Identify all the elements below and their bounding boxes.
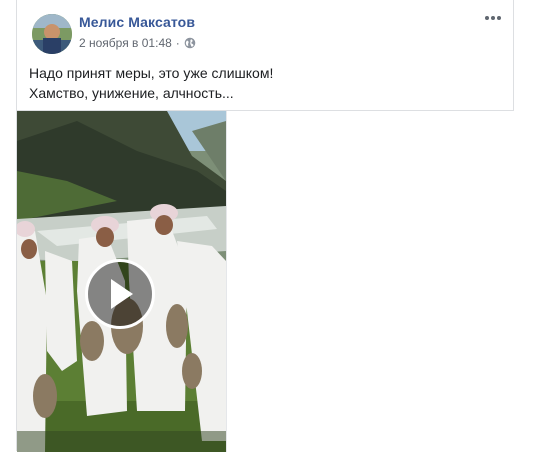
author-name-link[interactable]: Мелис Максатов — [79, 14, 195, 30]
post-text-line: Хамство, унижение, алчность... — [29, 85, 234, 101]
more-options-icon[interactable] — [483, 10, 503, 26]
post-meta: 2 ноября в 01:48 · — [79, 36, 196, 50]
more-dot — [485, 16, 489, 20]
post-text-line: Надо принят меры, это уже слишком! — [29, 65, 274, 81]
more-dot — [491, 16, 495, 20]
globe-icon[interactable] — [184, 37, 196, 49]
play-icon — [111, 279, 133, 309]
post-card: Мелис Максатов 2 ноября в 01:48 · Надо п… — [16, 0, 514, 452]
meta-separator: · — [175, 36, 180, 50]
video-player[interactable] — [17, 111, 226, 452]
video-side-panel — [226, 111, 514, 452]
post-timestamp-link[interactable]: 2 ноября в 01:48 — [79, 36, 172, 50]
more-dot — [497, 16, 501, 20]
post-text: Надо принят меры, это уже слишком! Хамст… — [29, 63, 273, 103]
avatar[interactable] — [32, 14, 72, 54]
post-media — [17, 110, 514, 452]
avatar-photo — [32, 14, 72, 54]
play-button[interactable] — [85, 259, 155, 329]
